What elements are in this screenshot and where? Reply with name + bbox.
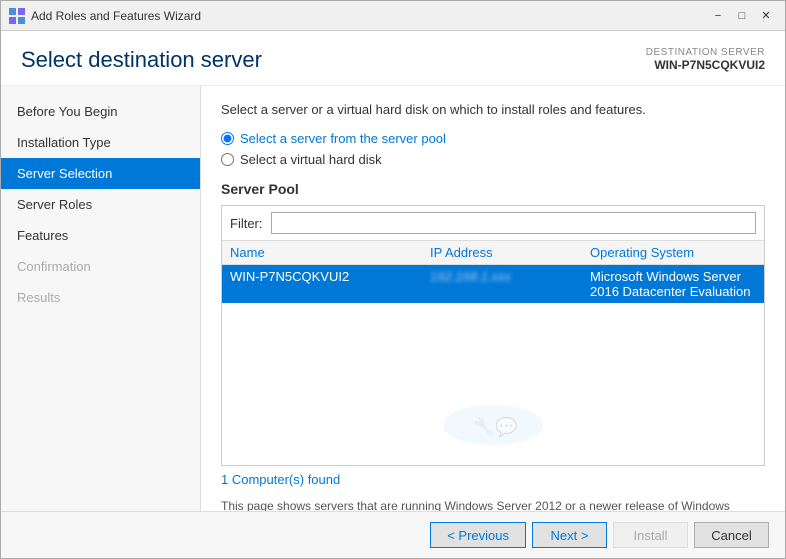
- window-title: Add Roles and Features Wizard: [31, 9, 201, 23]
- info-line-1: This page shows servers that are running…: [221, 499, 730, 511]
- cell-os: Microsoft Windows Server 2016 Datacenter…: [590, 269, 756, 299]
- main-panel: Select a server or a virtual hard disk o…: [201, 86, 785, 511]
- radio-server-pool-input[interactable]: [221, 132, 234, 145]
- previous-button[interactable]: < Previous: [430, 522, 526, 548]
- cell-ip: 192.168.1.xxx: [430, 269, 590, 299]
- nav-item-confirmation: Confirmation: [1, 251, 200, 282]
- cancel-button[interactable]: Cancel: [694, 522, 769, 548]
- server-pool-box: Filter: Name IP Address Operating System…: [221, 205, 765, 466]
- page-header: Select destination server DESTINATION SE…: [1, 31, 785, 86]
- col-header-os[interactable]: Operating System: [590, 245, 756, 260]
- filter-input[interactable]: [271, 212, 757, 234]
- found-text: 1 Computer(s) found: [221, 472, 765, 487]
- table-header: Name IP Address Operating System: [222, 241, 764, 265]
- radio-group: Select a server from the server pool Sel…: [221, 131, 765, 167]
- main-content: Select a server or a virtual hard disk o…: [201, 86, 785, 511]
- title-bar-left: Add Roles and Features Wizard: [9, 8, 201, 24]
- page-title: Select destination server: [21, 47, 262, 73]
- minimize-button[interactable]: −: [707, 6, 729, 26]
- nav-item-server-selection[interactable]: Server Selection: [1, 158, 200, 189]
- table-body: WIN-P7N5CQKVUI2 192.168.1.xxx Microsoft …: [222, 265, 764, 385]
- nav-item-server-roles[interactable]: Server Roles: [1, 189, 200, 220]
- title-bar-controls: − □ ✕: [707, 6, 777, 26]
- col-header-ip[interactable]: IP Address: [430, 245, 590, 260]
- destination-server-info: DESTINATION SERVER WIN-P7N5CQKVUI2: [646, 47, 765, 72]
- install-button[interactable]: Install: [613, 522, 688, 548]
- footer: < Previous Next > Install Cancel: [1, 511, 785, 558]
- left-nav: Before You BeginInstallation TypeServer …: [1, 86, 201, 511]
- col-header-name[interactable]: Name: [230, 245, 430, 260]
- close-button[interactable]: ✕: [755, 6, 777, 26]
- content-area: Before You BeginInstallation TypeServer …: [1, 86, 785, 511]
- next-button[interactable]: Next >: [532, 522, 607, 548]
- radio-server-pool[interactable]: Select a server from the server pool: [221, 131, 765, 146]
- watermark-icon: 🔧 💬: [433, 395, 553, 455]
- instruction-text: Select a server or a virtual hard disk o…: [221, 102, 765, 117]
- server-pool-title: Server Pool: [221, 181, 765, 197]
- filter-label: Filter:: [230, 216, 263, 231]
- radio-virtual-disk-input[interactable]: [221, 153, 234, 166]
- info-text: This page shows servers that are running…: [221, 497, 765, 511]
- svg-text:💬: 💬: [495, 416, 517, 437]
- title-bar: Add Roles and Features Wizard − □ ✕: [1, 1, 785, 31]
- maximize-button[interactable]: □: [731, 6, 753, 26]
- table-row[interactable]: WIN-P7N5CQKVUI2 192.168.1.xxx Microsoft …: [222, 265, 764, 303]
- svg-text:🔧: 🔧: [473, 416, 495, 437]
- destination-server-name: WIN-P7N5CQKVUI2: [646, 58, 765, 72]
- nav-item-installation-type[interactable]: Installation Type: [1, 127, 200, 158]
- radio-server-pool-label: Select a server from the server pool: [240, 131, 446, 146]
- nav-item-before-you-begin[interactable]: Before You Begin: [1, 96, 200, 127]
- radio-virtual-disk[interactable]: Select a virtual hard disk: [221, 152, 765, 167]
- nav-item-results: Results: [1, 282, 200, 313]
- filter-row: Filter:: [222, 206, 764, 241]
- radio-virtual-disk-label: Select a virtual hard disk: [240, 152, 382, 167]
- nav-item-features[interactable]: Features: [1, 220, 200, 251]
- app-icon: [9, 8, 25, 24]
- wizard-window: Add Roles and Features Wizard − □ ✕ Sele…: [0, 0, 786, 559]
- watermark-area: 🔧 💬: [222, 385, 764, 465]
- cell-name: WIN-P7N5CQKVUI2: [230, 269, 430, 299]
- destination-server-label: DESTINATION SERVER: [646, 47, 765, 58]
